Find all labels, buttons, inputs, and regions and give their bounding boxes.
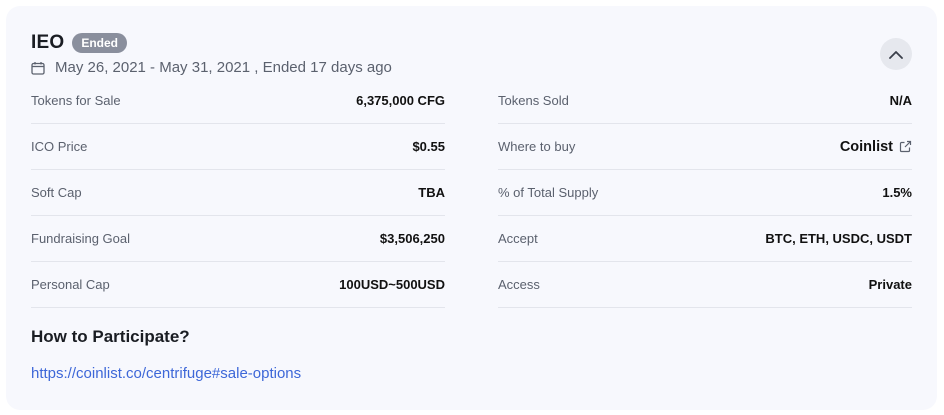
participate-link[interactable]: https://coinlist.co/centrifuge#sale-opti…: [31, 365, 301, 382]
detail-value: $3,506,250: [379, 231, 445, 246]
detail-label: Access: [498, 277, 540, 292]
detail-row: Tokens for Sale 6,375,000 CFG: [31, 78, 445, 124]
date-range: May 26, 2021 - May 31, 2021 , Ended 17 d…: [31, 59, 392, 76]
detail-label: Tokens for Sale: [31, 93, 121, 108]
detail-value: 6,375,000 CFG: [356, 93, 445, 108]
left-details-column: Tokens for Sale 6,375,000 CFG ICO Price …: [31, 78, 445, 308]
detail-label: Tokens Sold: [498, 93, 569, 108]
detail-value: $0.55: [412, 139, 445, 154]
where-to-buy-text: Coinlist: [839, 138, 893, 155]
detail-value: Private: [868, 277, 912, 292]
date-text: May 26, 2021 - May 31, 2021 , Ended 17 d…: [55, 59, 392, 76]
detail-row: Soft Cap TBA: [31, 170, 445, 216]
detail-label: % of Total Supply: [498, 185, 599, 200]
detail-label: ICO Price: [31, 139, 88, 154]
detail-label: Fundraising Goal: [31, 231, 130, 246]
right-details-column: Tokens Sold N/A Where to buy Coinlist % …: [498, 78, 912, 308]
how-to-participate-heading: How to Participate?: [31, 327, 190, 346]
detail-row: Fundraising Goal $3,506,250: [31, 216, 445, 262]
collapse-button[interactable]: [880, 38, 912, 70]
detail-label: Personal Cap: [31, 277, 110, 292]
title-row: IEO Ended: [31, 32, 128, 54]
calendar-icon: [31, 61, 45, 75]
detail-value: TBA: [418, 185, 445, 200]
detail-label: Soft Cap: [31, 185, 82, 200]
detail-value: BTC, ETH, USDC, USDT: [765, 231, 912, 246]
where-to-buy-link[interactable]: Coinlist: [840, 139, 912, 155]
detail-row: ICO Price $0.55: [31, 124, 445, 170]
detail-value: 1.5%: [882, 185, 912, 200]
detail-value: 100USD~500USD: [339, 277, 445, 292]
detail-row: % of Total Supply 1.5%: [498, 170, 912, 216]
detail-row: Access Private: [498, 262, 912, 308]
chevron-up-icon: [889, 50, 903, 59]
status-badge: Ended: [72, 33, 128, 53]
external-link-icon: [899, 140, 912, 153]
detail-label: Accept: [498, 231, 538, 246]
detail-row: Accept BTC, ETH, USDC, USDT: [498, 216, 912, 262]
section-title-ieo: IEO: [31, 32, 65, 53]
detail-row: Where to buy Coinlist: [498, 124, 912, 170]
detail-label: Where to buy: [498, 139, 576, 154]
ieo-card: IEO Ended May 26, 2021 - May 31, 2021 , …: [6, 6, 937, 410]
detail-value: N/A: [889, 93, 912, 108]
detail-row: Tokens Sold N/A: [498, 78, 912, 124]
detail-row: Personal Cap 100USD~500USD: [31, 262, 445, 308]
